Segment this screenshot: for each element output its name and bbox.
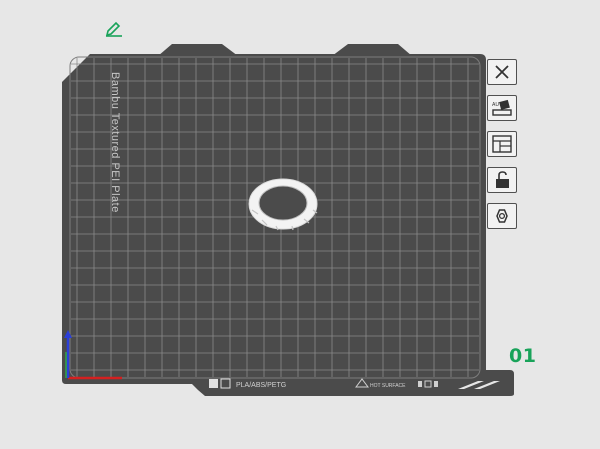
auto-orient-icon: AUTO <box>490 98 514 118</box>
bed-icon <box>209 379 218 388</box>
lock-icon <box>490 170 514 190</box>
close-icon <box>490 62 514 82</box>
plate-settings-button[interactable] <box>487 203 517 229</box>
lock-plate-button[interactable] <box>487 167 517 193</box>
arrange-button[interactable] <box>487 131 517 157</box>
auto-orient-button[interactable]: AUTO <box>487 95 517 121</box>
plate-name-label: Bambu Textured PEI Plate <box>109 72 121 213</box>
svg-text:AUTO: AUTO <box>492 102 506 108</box>
plate-marker-1 <box>418 381 422 387</box>
close-plate-button[interactable] <box>487 59 517 85</box>
ring-model[interactable] <box>248 178 318 231</box>
hot-surface-label: HOT SURFACE <box>370 383 406 389</box>
arrange-icon <box>490 134 514 154</box>
filament-compat-label: PLA/ABS/PETG <box>236 382 286 389</box>
plate-marker-3 <box>434 381 438 387</box>
plate-number: 01 <box>509 345 537 367</box>
settings-icon <box>490 206 514 226</box>
